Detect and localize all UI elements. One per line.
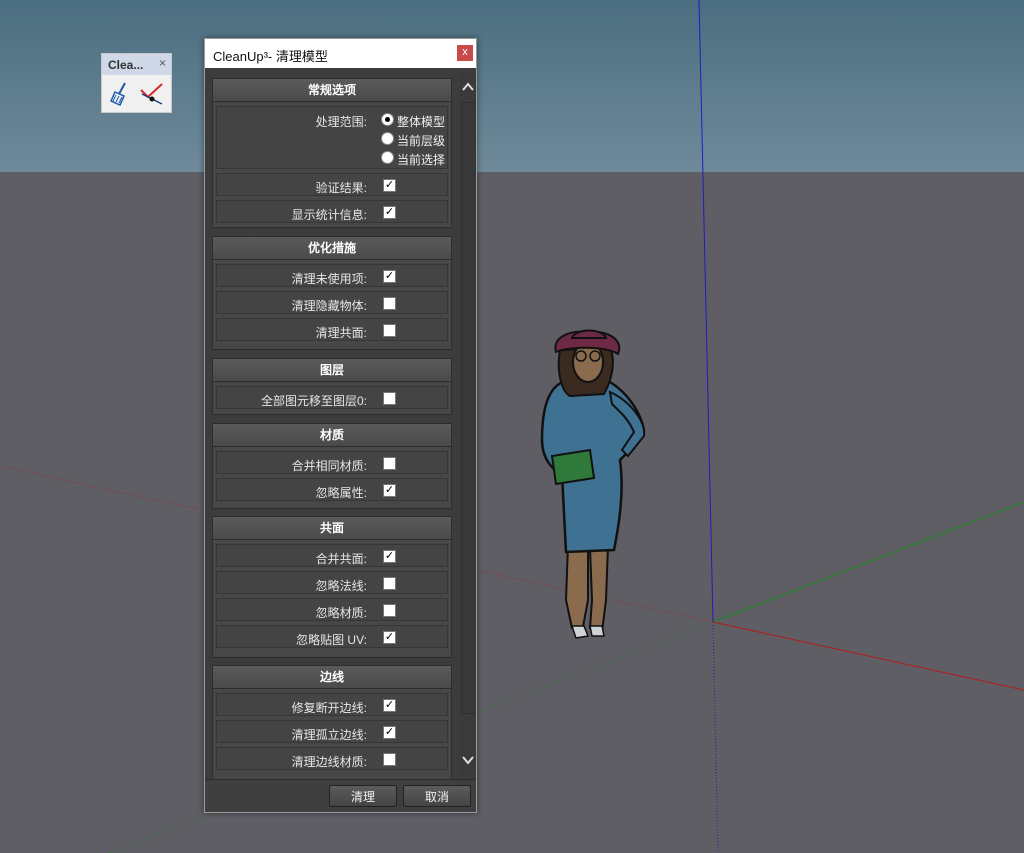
ignore-normals-label: 忽略法线: bbox=[315, 579, 367, 593]
cleanup-toolbar: Clea... × bbox=[101, 53, 172, 113]
edge-material-checkbox[interactable] bbox=[383, 753, 396, 766]
hidden-row: 清理隐藏物体: bbox=[216, 291, 448, 314]
section-materials: 材质 合并相同材质: 忽略属性: ✓ bbox=[212, 423, 452, 509]
move-layer0-checkbox[interactable] bbox=[383, 392, 396, 405]
section-title: 图层 bbox=[213, 359, 451, 382]
radio-label: 当前选择 bbox=[397, 153, 446, 167]
toolbar-header[interactable]: Clea... × bbox=[102, 54, 171, 75]
radio-icon bbox=[381, 151, 394, 164]
dialog-body: 常规选项 处理范围: 整体模型 当前层级 当前选择 验证结果: ✓ 显示统计信息… bbox=[205, 68, 476, 812]
validate-checkbox[interactable]: ✓ bbox=[383, 179, 396, 192]
ignore-uv-row: 忽略贴图 UV: ✓ bbox=[216, 625, 448, 648]
section-title: 边线 bbox=[213, 666, 451, 689]
radio-label: 整体模型 bbox=[397, 115, 446, 129]
unused-label: 清理未使用项: bbox=[291, 272, 367, 286]
radio-label: 当前层级 bbox=[397, 134, 446, 148]
section-title: 共面 bbox=[213, 517, 451, 540]
unused-checkbox[interactable]: ✓ bbox=[383, 270, 396, 283]
ignore-attributes-row: 忽略属性: ✓ bbox=[216, 478, 448, 501]
ignore-uv-checkbox[interactable]: ✓ bbox=[383, 631, 396, 644]
ignore-attributes-checkbox[interactable]: ✓ bbox=[383, 484, 396, 497]
ignore-material-row: 忽略材质: bbox=[216, 598, 448, 621]
section-title: 材质 bbox=[213, 424, 451, 447]
section-edges: 边线 修复断开边线: ✓ 清理孤立边线: ✓ 清理边线材质: bbox=[212, 665, 452, 779]
radio-selected-icon bbox=[381, 113, 394, 126]
repair-edges-checkbox[interactable]: ✓ bbox=[383, 699, 396, 712]
repair-edges-label: 修复断开边线: bbox=[291, 701, 367, 715]
section-optimize: 优化措施 清理未使用项: ✓ 清理隐藏物体: 清理共面: bbox=[212, 236, 452, 350]
move-layer0-label: 全部图元移至图层0: bbox=[260, 394, 367, 408]
move-layer0-row: 全部图元移至图层0: bbox=[216, 386, 448, 409]
ignore-material-checkbox[interactable] bbox=[383, 604, 396, 617]
3d-viewport[interactable] bbox=[0, 0, 1024, 853]
section-title: 优化措施 bbox=[213, 237, 451, 260]
close-button[interactable]: x bbox=[457, 45, 473, 61]
ignore-material-label: 忽略材质: bbox=[315, 606, 367, 620]
stray-edges-row: 清理孤立边线: ✓ bbox=[216, 720, 448, 743]
edge-material-label: 清理边线材质: bbox=[291, 755, 367, 769]
scroll-down-icon[interactable] bbox=[460, 751, 476, 769]
red-axis bbox=[712, 621, 1024, 691]
stray-edges-label: 清理孤立边线: bbox=[291, 728, 367, 742]
merge-materials-checkbox[interactable] bbox=[383, 457, 396, 470]
stats-row: 显示统计信息: ✓ bbox=[216, 200, 448, 223]
edge-material-row: 清理边线材质: bbox=[216, 747, 448, 770]
blue-axis bbox=[698, 0, 714, 623]
stats-checkbox[interactable]: ✓ bbox=[383, 206, 396, 219]
scope-label: 处理范围: bbox=[315, 115, 367, 129]
options-scroll-area[interactable]: 常规选项 处理范围: 整体模型 当前层级 当前选择 验证结果: ✓ 显示统计信息… bbox=[205, 68, 458, 779]
cleanup-dialog: CleanUp³- 清理模型 x 常规选项 处理范围: 整体模型 当前层级 当前… bbox=[204, 38, 477, 813]
coplanar-clean-checkbox[interactable] bbox=[383, 324, 396, 337]
green-axis bbox=[712, 501, 1024, 623]
coplanar-clean-row: 清理共面: bbox=[216, 318, 448, 341]
model-axes bbox=[0, 0, 1024, 853]
merge-coplanar-label: 合并共面: bbox=[315, 552, 367, 566]
dialog-footer: 清理 取消 bbox=[205, 779, 476, 812]
cancel-button[interactable]: 取消 bbox=[403, 785, 471, 807]
ignore-normals-checkbox[interactable] bbox=[383, 577, 396, 590]
ignore-uv-label: 忽略贴图 UV: bbox=[296, 633, 367, 647]
eraser-check-icon[interactable] bbox=[138, 80, 166, 108]
vertical-scrollbar[interactable] bbox=[460, 72, 476, 775]
scrollbar-thumb[interactable] bbox=[461, 102, 476, 714]
clean-button[interactable]: 清理 bbox=[329, 785, 397, 807]
dialog-title: CleanUp³- 清理模型 bbox=[213, 49, 328, 64]
person-figure bbox=[540, 329, 646, 639]
broom-icon[interactable] bbox=[107, 80, 135, 108]
merge-coplanar-checkbox[interactable]: ✓ bbox=[383, 550, 396, 563]
ignore-normals-row: 忽略法线: bbox=[216, 571, 448, 594]
unused-row: 清理未使用项: ✓ bbox=[216, 264, 448, 287]
section-layers: 图层 全部图元移至图层0: bbox=[212, 358, 452, 415]
section-general: 常规选项 处理范围: 整体模型 当前层级 当前选择 验证结果: ✓ 显示统计信息… bbox=[212, 78, 452, 228]
merge-coplanar-row: 合并共面: ✓ bbox=[216, 544, 448, 567]
dialog-titlebar[interactable]: CleanUp³- 清理模型 x bbox=[205, 39, 476, 68]
stats-label: 显示统计信息: bbox=[291, 208, 367, 222]
toolbar-title: Clea... bbox=[108, 58, 144, 72]
validate-row: 验证结果: ✓ bbox=[216, 173, 448, 196]
merge-materials-label: 合并相同材质: bbox=[291, 459, 367, 473]
coplanar-clean-label: 清理共面: bbox=[315, 326, 367, 340]
radio-icon bbox=[381, 132, 394, 145]
hidden-checkbox[interactable] bbox=[383, 297, 396, 310]
repair-edges-row: 修复断开边线: ✓ bbox=[216, 693, 448, 716]
section-title: 常规选项 bbox=[213, 79, 451, 102]
validate-label: 验证结果: bbox=[315, 181, 367, 195]
ignore-attributes-label: 忽略属性: bbox=[315, 486, 367, 500]
section-coplanar: 共面 合并共面: ✓ 忽略法线: 忽略材质: 忽略贴图 UV: ✓ bbox=[212, 516, 452, 658]
blue-axis-dotted bbox=[712, 621, 719, 853]
scope-row: 处理范围: 整体模型 当前层级 当前选择 bbox=[216, 106, 448, 169]
stray-edges-checkbox[interactable]: ✓ bbox=[383, 726, 396, 739]
hidden-label: 清理隐藏物体: bbox=[291, 299, 367, 313]
toolbar-close-icon[interactable]: × bbox=[159, 56, 166, 70]
scroll-up-icon[interactable] bbox=[460, 78, 476, 96]
merge-materials-row: 合并相同材质: bbox=[216, 451, 448, 474]
